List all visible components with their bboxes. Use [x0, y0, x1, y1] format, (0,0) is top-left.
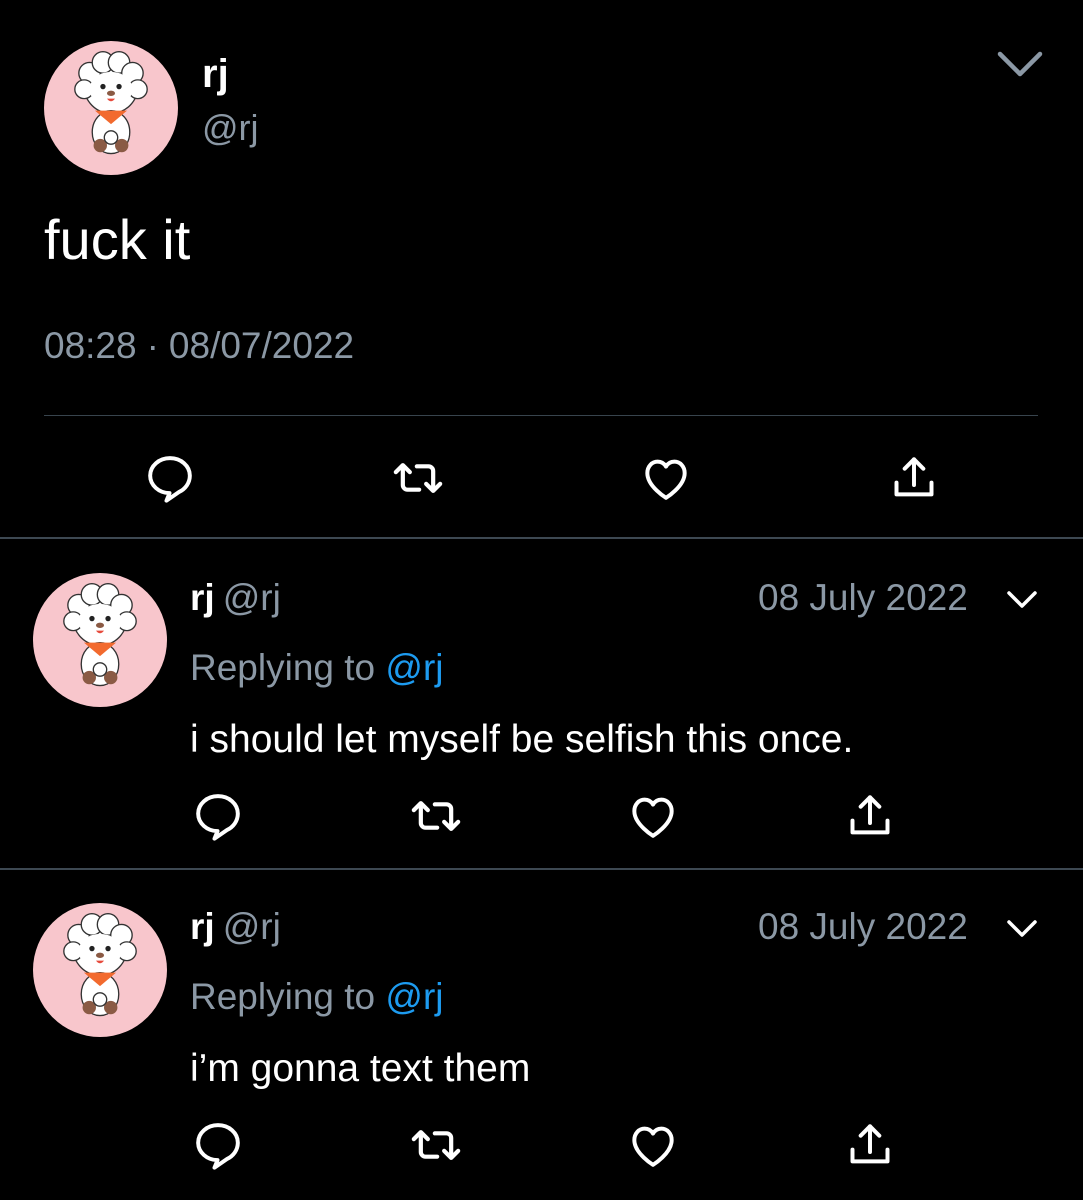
replying-to-label: Replying to [190, 976, 376, 1017]
avatar[interactable] [44, 41, 178, 175]
reply-icon[interactable] [142, 450, 198, 506]
tweet-text: i’m gonna text them [190, 1047, 531, 1090]
chevron-down-icon[interactable] [1005, 588, 1039, 612]
display-name[interactable]: rj [202, 52, 229, 96]
share-icon[interactable] [886, 450, 942, 506]
chevron-down-icon[interactable] [994, 46, 1046, 82]
replying-to: Replying to @rj [190, 646, 444, 690]
display-name: rj [190, 577, 215, 618]
user-handle: @rj [222, 906, 281, 947]
avatar[interactable] [33, 903, 167, 1037]
user-handle: @rj [222, 577, 281, 618]
rj-character-icon [63, 913, 137, 1017]
retweet-icon[interactable] [408, 1117, 464, 1173]
divider [0, 868, 1083, 870]
display-name: rj [190, 906, 215, 947]
replying-to: Replying to @rj [190, 975, 444, 1019]
divider [0, 537, 1083, 539]
replying-to-label: Replying to [190, 647, 376, 688]
tweet-time: 08:28 [44, 325, 137, 366]
tweet-date: 08/07/2022 [168, 325, 355, 366]
chevron-down-icon[interactable] [1005, 917, 1039, 941]
avatar[interactable] [33, 573, 167, 707]
reply-date: 08 July 2022 [758, 577, 968, 618]
tweet-timestamp[interactable]: 08:28 · 08/07/2022 [44, 324, 354, 368]
reply-icon[interactable] [190, 788, 246, 844]
retweet-icon[interactable] [390, 450, 446, 506]
reply-header[interactable]: rj @rj [190, 576, 281, 620]
reply-date: 08 July 2022 [758, 906, 968, 947]
tweet-text: fuck it [44, 208, 191, 271]
rj-character-icon [74, 51, 148, 155]
rj-character-icon [63, 583, 137, 687]
mention-link[interactable]: @rj [385, 976, 443, 1017]
user-handle[interactable]: @rj [202, 108, 259, 148]
divider [44, 415, 1038, 416]
separator-dot: · [146, 325, 159, 366]
reply-icon[interactable] [190, 1117, 246, 1173]
like-icon[interactable] [638, 450, 694, 506]
like-icon[interactable] [625, 788, 681, 844]
retweet-icon[interactable] [408, 788, 464, 844]
reply-header[interactable]: rj @rj [190, 905, 281, 949]
share-icon[interactable] [842, 1117, 898, 1173]
like-icon[interactable] [625, 1117, 681, 1173]
share-icon[interactable] [842, 788, 898, 844]
mention-link[interactable]: @rj [385, 647, 443, 688]
tweet-text: i should let myself be selfish this once… [190, 718, 854, 761]
